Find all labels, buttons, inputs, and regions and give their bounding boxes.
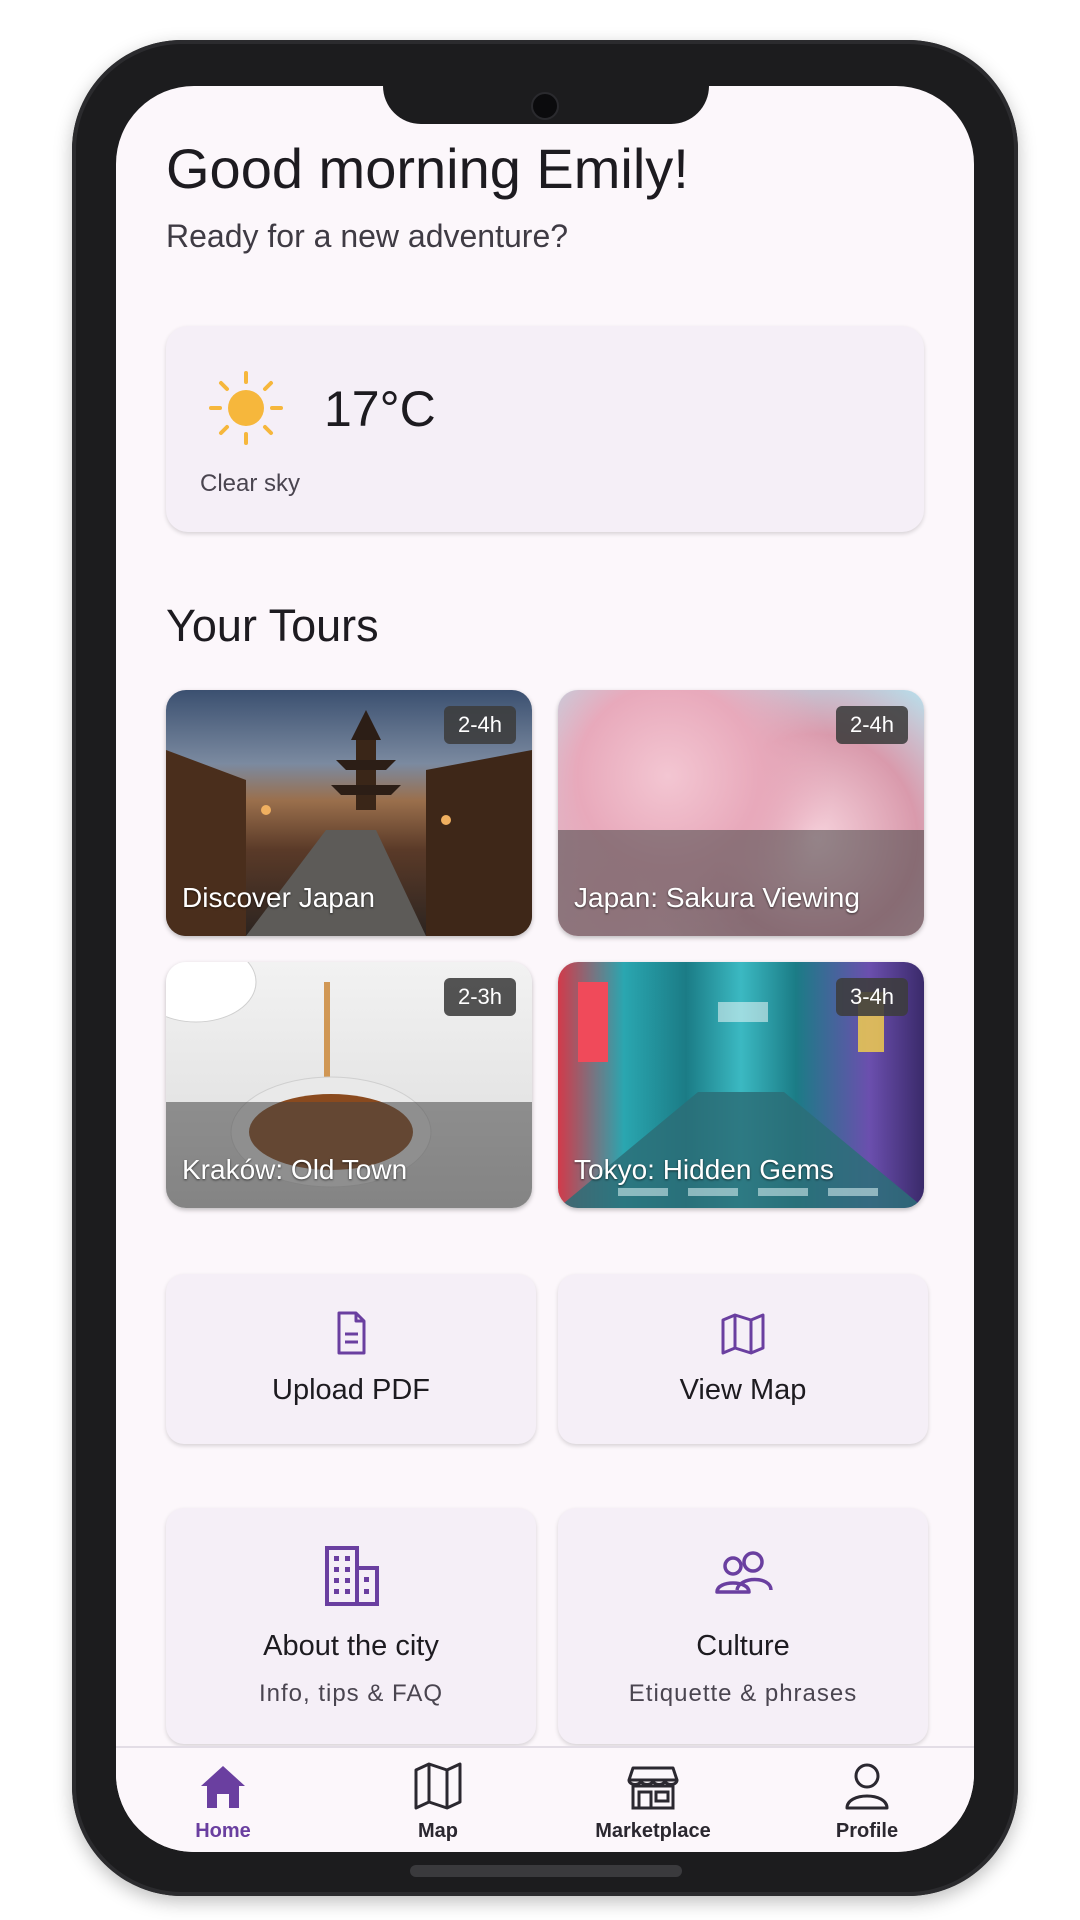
tour-card-krakow-old-town[interactable]: 2-3h Kraków: Old Town [166,962,532,1208]
map-icon [414,1762,462,1810]
people-icon [715,1551,773,1594]
tour-duration-badge: 2-3h [443,978,516,1016]
weather-card[interactable]: 17°C Clear sky [166,326,924,532]
tour-name: Discover Japan [182,882,375,913]
culture-subtitle: Etiquette & phrases [628,1680,858,1707]
view-map-label: View Map [679,1374,807,1406]
view-map-button[interactable]: View Map [558,1274,928,1444]
document-icon [337,1311,366,1355]
tour-name: Kraków: Old Town [182,1154,408,1185]
tour-name: Japan: Sakura Viewing [574,882,860,913]
about-the-city-title: About the city [263,1630,439,1662]
greeting-subtitle: Ready for a new adventure? [166,218,569,254]
nav-label: Map [418,1820,458,1842]
home-icon [201,1766,245,1808]
person-icon [845,1763,889,1810]
tour-duration-badge: 3-4h [835,978,908,1016]
tour-card-tokyo-hidden-gems[interactable]: 3-4h Tokyo: Hidden Gems [558,962,924,1208]
home-indicator[interactable] [410,1865,682,1877]
nav-label: Home [195,1820,251,1842]
nav-item-marketplace[interactable]: Marketplace [563,1758,743,1848]
camera-icon [531,92,559,120]
bottom-navigation: Home Map Marketplace Profile [116,1746,974,1852]
upload-pdf-label: Upload PDF [272,1374,430,1406]
upload-pdf-button[interactable]: Upload PDF [166,1274,536,1444]
nav-item-home[interactable]: Home [133,1758,313,1848]
tour-name: Tokyo: Hidden Gems [574,1154,834,1185]
tour-card-sakura-viewing[interactable]: 2-4h Japan: Sakura Viewing [558,690,924,936]
about-the-city-card[interactable]: About the city Info, tips & FAQ [166,1508,536,1744]
nav-item-map[interactable]: Map [348,1758,528,1848]
culture-card[interactable]: Culture Etiquette & phrases [558,1508,928,1744]
app-screen: Good morning Emily! Ready for a new adve… [116,86,974,1852]
map-icon [721,1313,765,1355]
about-the-city-subtitle: Info, tips & FAQ [258,1680,444,1707]
weather-condition: Clear sky [200,470,301,497]
tours-section-title: Your Tours [166,600,379,651]
store-icon [627,1766,679,1810]
phone-notch [383,86,709,124]
sun-icon [209,371,283,445]
culture-title: Culture [696,1630,790,1662]
nav-item-profile[interactable]: Profile [777,1758,957,1848]
tour-duration-badge: 2-4h [835,706,908,744]
tour-card-discover-japan[interactable]: 2-4h Discover Japan [166,690,532,936]
building-icon [325,1546,379,1606]
tour-duration-badge: 2-4h [443,706,516,744]
greeting-title: Good morning Emily! [166,137,689,200]
nav-label: Marketplace [595,1820,711,1842]
temperature: 17°C [324,381,436,437]
nav-label: Profile [835,1820,899,1842]
